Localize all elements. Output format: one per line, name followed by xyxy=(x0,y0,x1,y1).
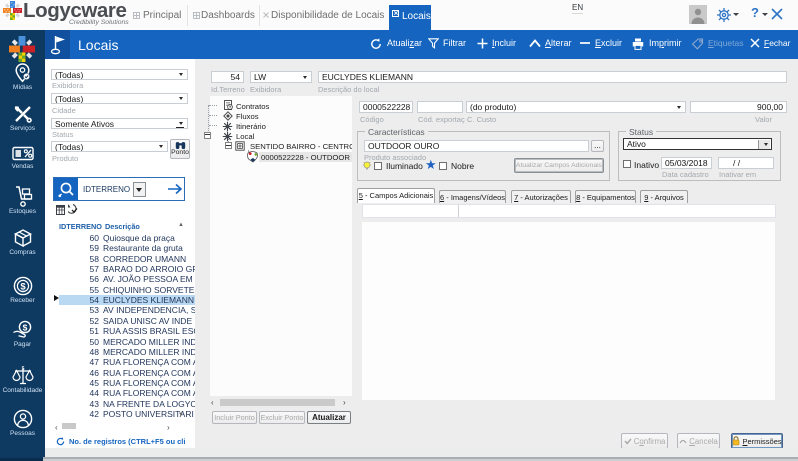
svg-text:$: $ xyxy=(21,366,24,372)
svg-text:$: $ xyxy=(20,281,26,292)
svg-text:$: $ xyxy=(23,322,28,332)
